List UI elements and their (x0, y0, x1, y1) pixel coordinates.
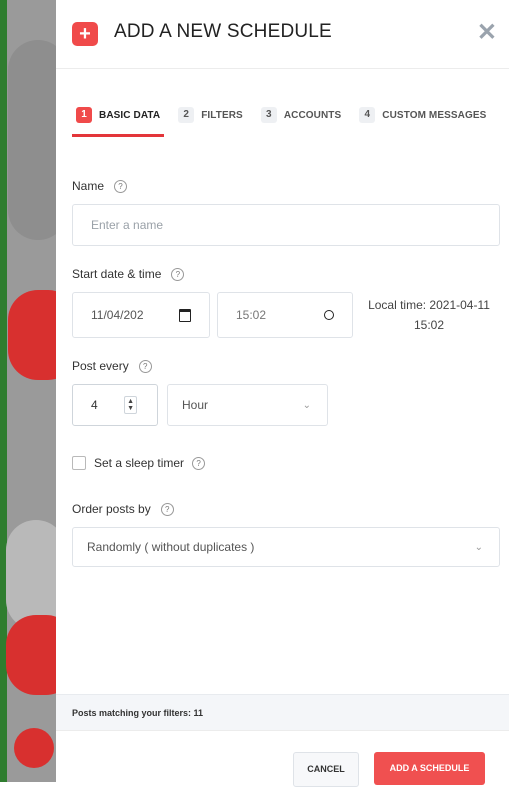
close-icon[interactable]: ✕ (477, 19, 497, 47)
start-label: Start date & time (72, 267, 162, 281)
local-time-line: 15:02 (413, 318, 445, 332)
stepper-icon[interactable]: ▲ ▼ (124, 396, 137, 414)
question-icon[interactable]: ? (114, 179, 128, 193)
order-posts-select[interactable]: Randomly ( without duplicates ) ⌄ (72, 527, 500, 567)
time-value: 15:02 (236, 308, 267, 322)
order-label: Order posts by (72, 502, 151, 516)
calendar-icon[interactable] (179, 308, 191, 322)
tab-number: 4 (359, 107, 376, 123)
tab-number: 3 (260, 107, 277, 123)
post-every-unit-select[interactable]: Hour ⌄ (167, 384, 328, 426)
local-time-line: Local time: 2021-04-11 (368, 298, 490, 312)
matching-posts-bar: Posts matching your filters: 11 (56, 694, 509, 730)
question-icon[interactable]: ? (192, 456, 206, 470)
modal-header: + ADD A NEW SCHEDULE ✕ (56, 0, 509, 69)
post-every-label-row: Post every ? (72, 359, 152, 373)
sleep-timer-row: Set a sleep timer ? (72, 456, 206, 470)
tab-label: BASIC DATA (99, 109, 161, 121)
order-label-row: Order posts by ? (72, 502, 174, 516)
tab-number: 2 (178, 107, 195, 123)
sleep-timer-label: Set a sleep timer (94, 456, 185, 470)
start-time-input[interactable]: 15:02 (217, 292, 353, 338)
modal-footer: CANCEL ADD A SCHEDULE (56, 730, 509, 787)
post-every-value: 4 (91, 398, 98, 412)
tab-accounts[interactable]: 3 ACCOUNTS (260, 103, 342, 127)
tab-number: 1 (76, 107, 92, 123)
post-every-number-input[interactable]: 4 ▲ ▼ (72, 384, 158, 426)
matching-posts-text: Posts matching your filters: 11 (72, 708, 204, 718)
question-icon[interactable]: ? (160, 502, 174, 516)
order-value: Randomly ( without duplicates ) (87, 540, 255, 554)
step-tabs: 1 BASIC DATA 2 FILTERS 3 ACCOUNTS 4 CUST… (71, 103, 486, 137)
local-time-text: Local time: 2021-04-11 15:02 (359, 295, 499, 335)
post-every-label: Post every (72, 359, 129, 373)
name-label-row: Name ? (72, 179, 128, 193)
sleep-timer-checkbox[interactable] (72, 456, 86, 470)
add-schedule-button[interactable]: ADD A SCHEDULE (374, 752, 485, 785)
clock-icon[interactable] (324, 310, 334, 320)
chevron-down-icon: ⌄ (474, 541, 483, 553)
background-shape (14, 728, 54, 768)
background-shape (8, 40, 56, 240)
tab-label: FILTERS (201, 109, 243, 121)
background-shape (6, 520, 56, 630)
modal-title: ADD A NEW SCHEDULE (114, 21, 332, 42)
date-value: 11/04/202 (91, 308, 144, 322)
tab-basic-data[interactable]: 1 BASIC DATA (71, 103, 165, 137)
background-shape (8, 290, 56, 380)
tab-custom-messages[interactable]: 4 CUSTOM MESSAGES (359, 103, 486, 127)
background-shape (6, 615, 56, 695)
tab-label: CUSTOM MESSAGES (382, 109, 487, 121)
name-input[interactable]: Enter a name (72, 204, 500, 246)
background-page (0, 0, 56, 782)
chevron-down-icon: ⌄ (302, 399, 311, 411)
tab-filters[interactable]: 2 FILTERS (178, 103, 243, 127)
question-icon[interactable]: ? (138, 359, 152, 373)
question-icon[interactable]: ? (171, 267, 185, 281)
start-label-row: Start date & time ? (72, 267, 185, 281)
tab-label: ACCOUNTS (283, 109, 342, 121)
add-schedule-modal: + ADD A NEW SCHEDULE ✕ 1 BASIC DATA 2 FI… (56, 0, 509, 787)
plus-icon: + (72, 22, 98, 46)
start-date-input[interactable]: 11/04/202 (72, 292, 210, 338)
unit-value: Hour (182, 398, 209, 412)
name-label: Name (72, 179, 105, 193)
